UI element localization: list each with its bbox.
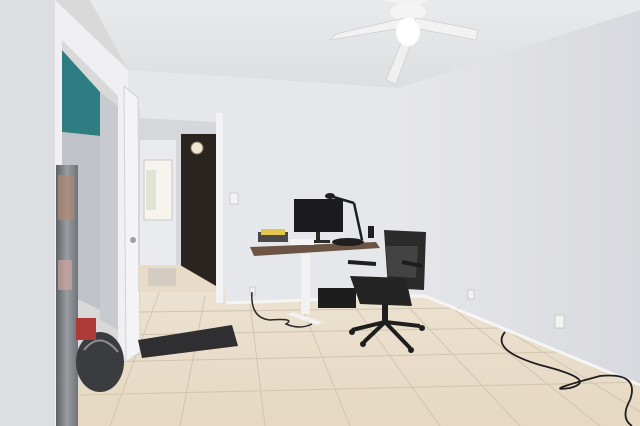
- window-greenery: [146, 170, 156, 210]
- yellow-notepad: [261, 229, 285, 235]
- under-desk-box: [318, 288, 356, 308]
- closet-interior-side: [100, 92, 118, 330]
- door-handle: [130, 237, 136, 243]
- hallway-door-frame: [216, 113, 223, 303]
- room-scene: [0, 0, 640, 426]
- open-closet-door: [123, 84, 141, 363]
- floor-outlet: [554, 314, 565, 329]
- fridge-magnets: [58, 175, 74, 220]
- papers: [290, 239, 314, 245]
- cup: [368, 226, 374, 238]
- wall-outlet-right: [467, 289, 475, 300]
- fridge-note: [58, 260, 72, 290]
- wall-clock: [190, 141, 204, 155]
- red-bin: [76, 318, 96, 340]
- hallway-rug: [148, 268, 176, 286]
- light-switch: [229, 192, 239, 205]
- dark-hallway-door: [181, 134, 216, 286]
- left-wall: [0, 0, 55, 426]
- room-photo: [0, 0, 640, 426]
